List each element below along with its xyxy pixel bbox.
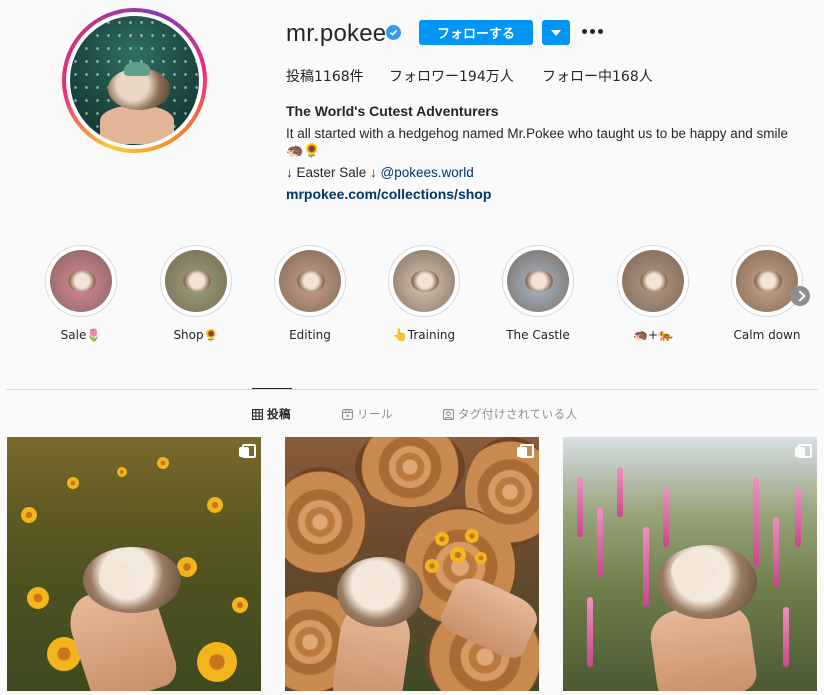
following-count[interactable]: フォロー中168人 xyxy=(542,66,653,86)
follow-button[interactable]: フォローする xyxy=(419,20,533,45)
post-thumbnail-2[interactable] xyxy=(285,437,539,691)
highlight-label: 👆Training xyxy=(392,328,456,342)
divider xyxy=(6,389,818,390)
mention-link[interactable]: @pokees.world xyxy=(381,165,474,180)
highlight-label: The Castle xyxy=(506,328,570,342)
grid-icon xyxy=(252,408,263,420)
tab-tagged[interactable]: タグ付けされている人 xyxy=(443,406,578,422)
story-highlight[interactable]: Calm down xyxy=(731,245,803,342)
highlight-cover xyxy=(279,250,341,312)
active-tab-indicator xyxy=(252,388,292,389)
bio-easter-line: ↓ Easter Sale ↓ @pokees.world xyxy=(286,165,474,180)
tagged-icon xyxy=(443,408,454,420)
story-highlight[interactable]: 👆Training xyxy=(388,245,460,342)
highlight-label: Sale🌷 xyxy=(60,328,102,342)
followers-count[interactable]: フォロワー194万人 xyxy=(389,66,514,86)
bio-text: It all started with a hedgehog named Mr.… xyxy=(286,126,789,141)
suggested-accounts-button[interactable] xyxy=(542,20,570,45)
post-thumbnail-1[interactable] xyxy=(7,437,261,691)
carousel-icon xyxy=(239,444,256,458)
highlight-cover xyxy=(393,250,455,312)
tab-tagged-label: タグ付けされている人 xyxy=(458,407,578,421)
chevron-down-icon xyxy=(551,30,561,36)
reels-icon xyxy=(342,408,353,420)
bio-emoji: 🦔🌻 xyxy=(286,143,321,159)
highlight-label: Editing xyxy=(289,328,331,342)
story-highlight[interactable]: Sale🌷 xyxy=(45,245,117,342)
story-highlight[interactable]: The Castle xyxy=(502,245,574,342)
highlight-cover xyxy=(507,250,569,312)
highlight-cover xyxy=(736,250,798,312)
next-arrow-icon[interactable] xyxy=(790,286,810,306)
tab-posts-label: 投稿 xyxy=(267,407,291,421)
bio-name: The World's Cutest Adventurers xyxy=(286,103,499,119)
avatar xyxy=(70,16,199,145)
tab-posts[interactable]: 投稿 xyxy=(252,406,291,422)
posts-count: 投稿1168件 xyxy=(286,69,364,85)
website-link[interactable]: mrpokee.com/collections/shop xyxy=(286,186,491,202)
carousel-icon xyxy=(517,444,534,458)
verified-badge-icon xyxy=(386,25,401,40)
highlight-label: Shop🌻 xyxy=(173,328,219,342)
post-thumbnail-3[interactable] xyxy=(563,437,817,691)
tab-reels-label: リール xyxy=(357,407,393,421)
more-options-icon[interactable] xyxy=(582,26,604,38)
highlight-label: 🦔+🐅 xyxy=(633,328,673,342)
story-highlight[interactable]: Editing xyxy=(274,245,346,342)
story-highlight[interactable]: Shop🌻 xyxy=(160,245,232,342)
story-highlight[interactable]: 🦔+🐅 xyxy=(617,245,689,342)
highlight-cover xyxy=(50,250,112,312)
username: mr.pokee xyxy=(286,20,387,47)
highlight-cover xyxy=(165,250,227,312)
highlight-cover xyxy=(622,250,684,312)
carousel-icon xyxy=(795,444,812,458)
bio-easter-text: ↓ Easter Sale ↓ xyxy=(286,165,381,180)
profile-avatar-ring[interactable] xyxy=(62,8,207,153)
tab-reels[interactable]: リール xyxy=(342,406,393,422)
highlight-label: Calm down xyxy=(733,328,801,342)
